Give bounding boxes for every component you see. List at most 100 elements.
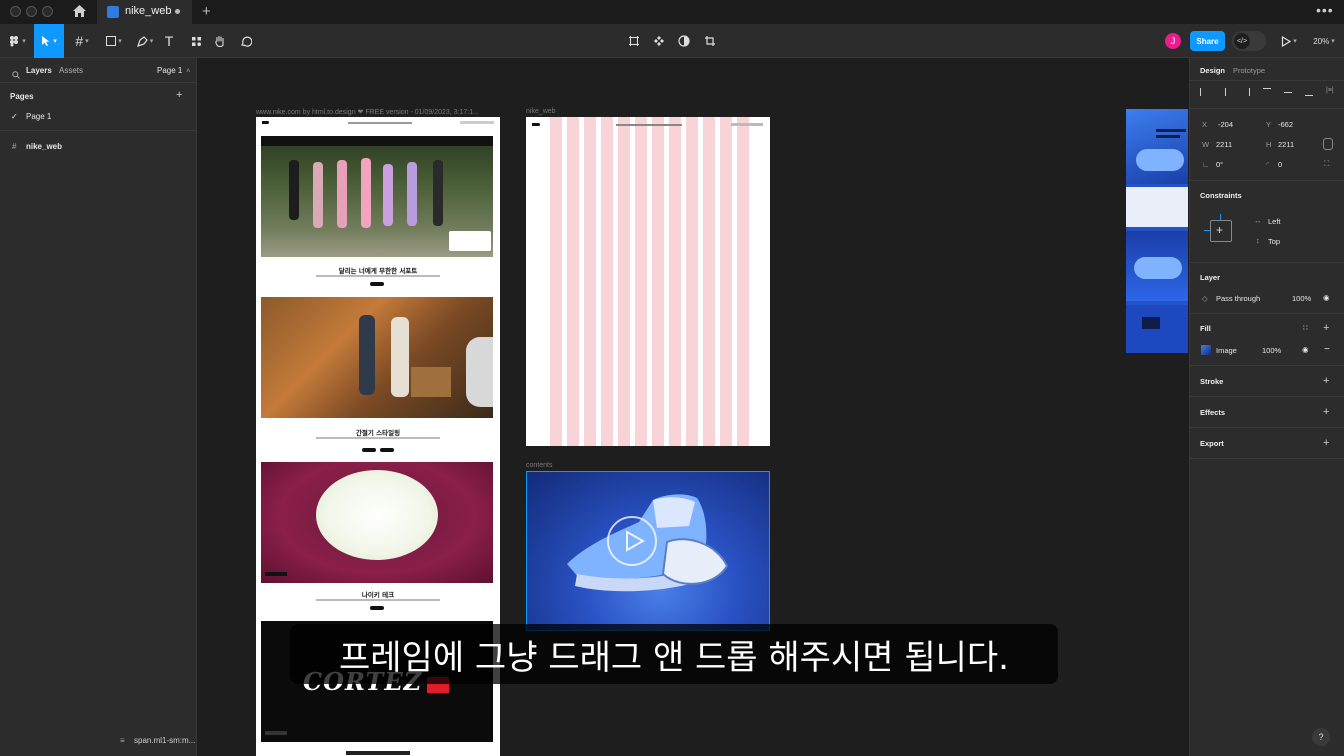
- floating-image-preview[interactable]: [1126, 109, 1188, 353]
- x-input[interactable]: -204: [1218, 120, 1233, 129]
- align-center-v-icon[interactable]: [1284, 92, 1292, 93]
- play-video-icon[interactable]: [607, 516, 657, 566]
- frame-label-grid[interactable]: nike_web: [526, 108, 556, 115]
- shop-button: [380, 448, 394, 452]
- section-subtext: [316, 437, 440, 439]
- export-heading: Export: [1200, 439, 1224, 448]
- image-caption-tag: [265, 731, 287, 735]
- video-subtitle: 프레임에 그냥 드래그 앤 드롭 해주시면 됩니다.: [290, 624, 1058, 684]
- constraints-widget[interactable]: +: [1204, 214, 1238, 246]
- divider: [1190, 80, 1344, 81]
- divider: [1190, 108, 1344, 109]
- close-window-button[interactable]: [10, 6, 21, 17]
- layer-opacity-input[interactable]: 100%: [1292, 294, 1311, 303]
- frame-tool-button[interactable]: # ▾: [68, 24, 96, 58]
- bottom-status-text: span.ml1-sm:m...: [134, 736, 196, 745]
- page-selector-label: Page 1: [157, 66, 183, 75]
- move-tool-button[interactable]: ▾: [34, 24, 64, 58]
- w-input[interactable]: 2211: [1216, 140, 1232, 149]
- user-avatar[interactable]: J: [1165, 33, 1181, 49]
- file-tab[interactable]: nike_web: [97, 0, 192, 24]
- contents-frame-selected[interactable]: [526, 471, 770, 631]
- home-icon[interactable]: [72, 4, 87, 23]
- nav-actions: [460, 121, 494, 124]
- add-stroke-icon[interactable]: +: [1323, 376, 1329, 387]
- preview-shoe: [1134, 257, 1182, 279]
- frame-label-nike-page[interactable]: www.nike.com by html.to.design ❤ FREE ve…: [256, 108, 479, 116]
- present-button[interactable]: ▾: [1278, 24, 1300, 58]
- nav-actions: [731, 123, 763, 126]
- minimize-window-button[interactable]: [26, 6, 37, 17]
- tab-design[interactable]: Design: [1200, 66, 1225, 75]
- figma-menu-icon: [10, 36, 19, 47]
- nike-swoosh-icon: [532, 123, 540, 126]
- shape-tool-button[interactable]: ▾: [100, 24, 128, 58]
- maximize-window-button[interactable]: [42, 6, 53, 17]
- horizontal-constraint-dropdown[interactable]: Left: [1268, 217, 1281, 226]
- y-input[interactable]: -662: [1278, 120, 1293, 129]
- new-tab-icon[interactable]: +: [202, 3, 211, 20]
- create-component-button[interactable]: [626, 24, 642, 58]
- tab-layers[interactable]: Layers: [26, 66, 52, 75]
- fill-opacity-input[interactable]: 100%: [1262, 346, 1281, 355]
- align-right-icon[interactable]: [1242, 88, 1250, 96]
- align-bottom-icon[interactable]: [1305, 88, 1313, 96]
- fill-visibility-eye-icon[interactable]: ◉: [1302, 345, 1309, 354]
- help-button[interactable]: ?: [1312, 728, 1330, 746]
- dev-mode-toggle[interactable]: </>: [1232, 31, 1266, 51]
- grid-layout-frame[interactable]: [526, 117, 770, 446]
- text-t-icon: T: [164, 33, 174, 49]
- align-top-icon[interactable]: [1263, 88, 1271, 96]
- layer-item-nike-web[interactable]: nike_web: [26, 142, 62, 151]
- zoom-dropdown[interactable]: 20% ▾: [1308, 24, 1340, 58]
- vertical-constraint-dropdown[interactable]: Top: [1268, 237, 1280, 246]
- corner-radius-input[interactable]: 0: [1278, 160, 1282, 169]
- align-center-h-icon[interactable]: [1225, 88, 1233, 96]
- resources-icon: [191, 36, 201, 46]
- visibility-eye-icon[interactable]: ◉: [1323, 293, 1330, 302]
- add-fill-icon[interactable]: +: [1323, 323, 1329, 334]
- fill-styles-icon[interactable]: ∷: [1303, 323, 1308, 332]
- contrast-mask-icon: [678, 35, 690, 47]
- comment-bubble-icon: [241, 36, 252, 47]
- main-menu-button[interactable]: ▾: [4, 24, 30, 58]
- divider: [1190, 365, 1344, 366]
- h-input[interactable]: 2211: [1278, 140, 1294, 149]
- text-tool-button[interactable]: T: [160, 24, 178, 58]
- distribute-icon[interactable]: |≡|: [1326, 87, 1334, 94]
- more-menu-icon[interactable]: •••: [1316, 2, 1334, 18]
- remove-fill-icon[interactable]: −: [1324, 344, 1330, 355]
- independent-corners-icon[interactable]: ⛶: [1324, 159, 1329, 169]
- cursor-arrow-icon: [42, 36, 50, 46]
- comment-tool-button[interactable]: [238, 24, 254, 58]
- rotation-input[interactable]: 0°: [1216, 160, 1223, 169]
- y-label: Y: [1266, 120, 1272, 129]
- horizontal-constraint-icon: ↔: [1254, 216, 1262, 225]
- alignment-row: |≡|: [1200, 87, 1340, 98]
- light-spot: [316, 470, 438, 560]
- page-item-page-1[interactable]: Page 1: [26, 112, 51, 121]
- tab-prototype[interactable]: Prototype: [1233, 66, 1265, 75]
- add-page-icon[interactable]: +: [176, 90, 182, 101]
- pen-tool-button[interactable]: ▾: [132, 24, 158, 58]
- rectangle-icon: [106, 36, 117, 46]
- running-hero-image: [261, 136, 493, 257]
- constrain-proportions-icon[interactable]: [1323, 138, 1333, 150]
- mask-button[interactable]: [676, 24, 692, 58]
- toolbar: ▾ ▾ # ▾ ▾ ▾ T J Share </> ▾ 20% ▾: [0, 24, 1344, 58]
- tab-assets[interactable]: Assets: [59, 66, 83, 75]
- fill-image-swatch[interactable]: [1201, 345, 1211, 355]
- hand-tool-button[interactable]: [212, 24, 228, 58]
- runner-figure: [433, 160, 443, 226]
- component-button[interactable]: [651, 24, 667, 58]
- crop-button[interactable]: [702, 24, 718, 58]
- title-bar: nike_web + •••: [0, 0, 1344, 24]
- align-left-icon[interactable]: [1200, 88, 1208, 96]
- add-effect-icon[interactable]: +: [1323, 407, 1329, 418]
- share-button[interactable]: Share: [1190, 31, 1225, 51]
- page-selector[interactable]: Page 1 ˄: [157, 66, 190, 75]
- add-export-icon[interactable]: +: [1323, 438, 1329, 449]
- blend-mode-dropdown[interactable]: Pass through: [1216, 294, 1260, 303]
- resources-button[interactable]: [188, 24, 204, 58]
- frame-label-contents[interactable]: contents: [526, 462, 552, 469]
